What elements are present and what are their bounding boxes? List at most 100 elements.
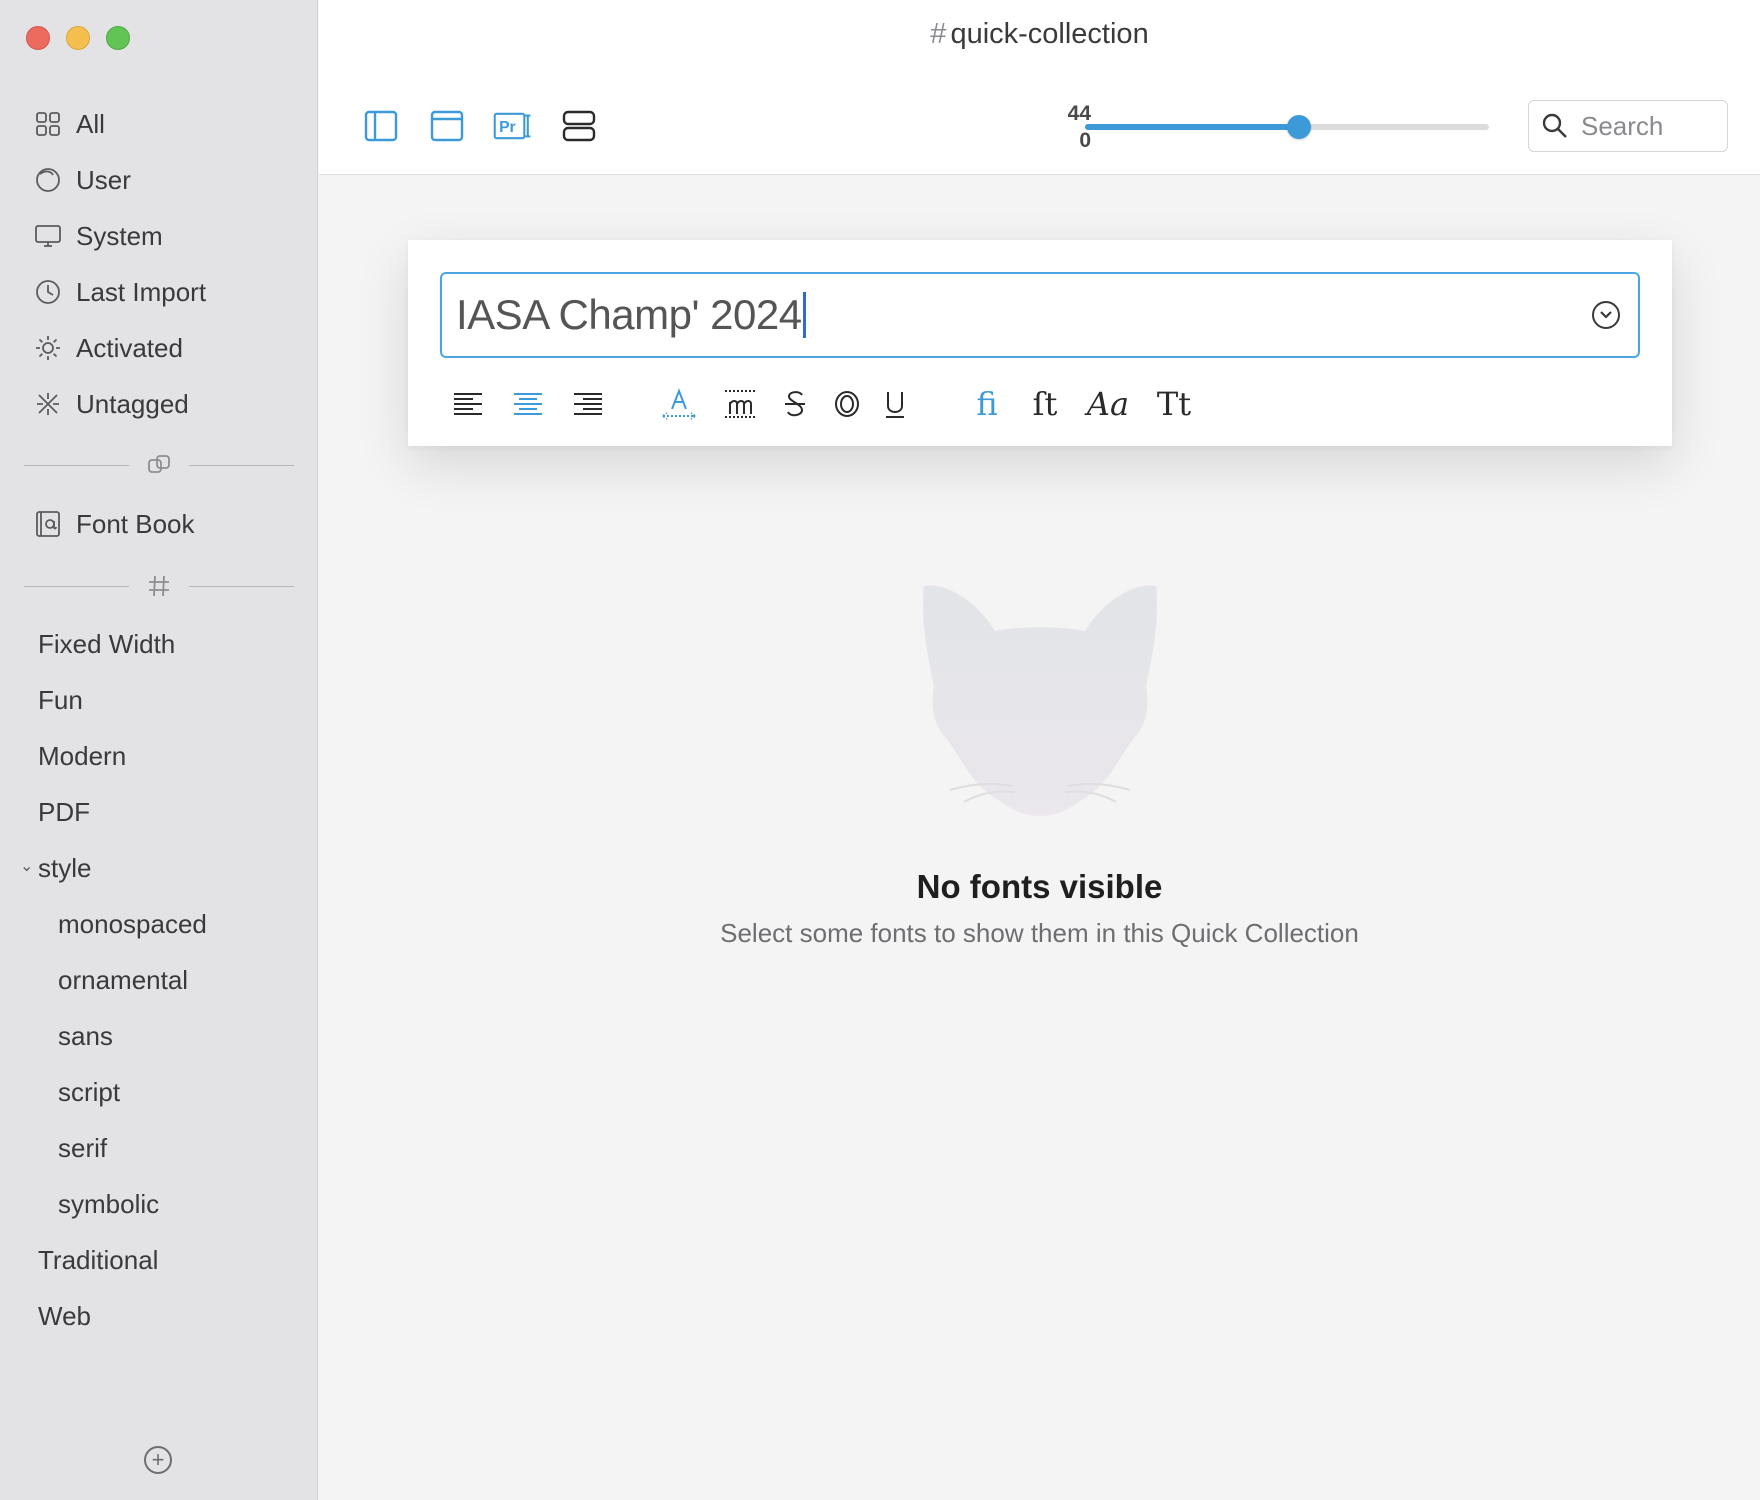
strikethrough-button[interactable]: [780, 382, 810, 426]
align-center-button[interactable]: [512, 382, 544, 426]
text-caret: [802, 292, 806, 338]
underline-icon: [886, 392, 904, 418]
sidebar: All User System Last Import Activated Un…: [0, 0, 318, 1500]
link-icon: [129, 451, 189, 479]
sample-text-dropdown-button[interactable]: [1592, 301, 1620, 329]
align-right-icon: [574, 393, 602, 415]
sample-text-button[interactable]: Pr: [493, 106, 533, 146]
font-size-secondary-value: 0: [1079, 129, 1091, 152]
tag-item-web[interactable]: Web: [0, 1288, 318, 1344]
slider-knob[interactable]: [1287, 115, 1312, 139]
ligatures-button[interactable]: fi: [970, 382, 1004, 426]
sidebar-item-last-import[interactable]: Last Import: [0, 264, 318, 320]
sidebar-item-all[interactable]: All: [0, 96, 318, 152]
add-collection-button[interactable]: +: [144, 1446, 172, 1474]
untagged-icon: [32, 388, 64, 420]
underline-button[interactable]: [882, 382, 908, 426]
line-height-button[interactable]: [722, 382, 758, 426]
window-title: # quick-collection: [319, 18, 1760, 51]
sidebar-item-label: System: [76, 220, 163, 251]
sidebar-item-untagged[interactable]: Untagged: [0, 376, 318, 432]
tag-item-pdf[interactable]: PDF: [0, 784, 318, 840]
empty-state-title: No fonts visible: [916, 868, 1163, 905]
sidebar-item-label: Activated: [76, 332, 183, 363]
preview-panel-button[interactable]: [427, 106, 467, 146]
toggle-sidebar-button[interactable]: [361, 106, 401, 146]
swash-glyph: Aa: [1086, 385, 1130, 423]
close-window-button[interactable]: [26, 26, 50, 50]
sidebar-item-label: User: [76, 164, 131, 195]
library-nav: All User System Last Import Activated Un…: [0, 96, 318, 432]
sidebar-item-activated[interactable]: Activated: [0, 320, 318, 376]
tracking-button[interactable]: [660, 382, 698, 426]
align-left-icon: [454, 393, 482, 415]
empty-state-subtitle: Select some fonts to show them in this Q…: [720, 918, 1359, 948]
tag-item-fixed-width[interactable]: Fixed Width: [0, 616, 318, 672]
sidebar-item-label: All: [76, 108, 105, 139]
align-left-button[interactable]: [452, 382, 484, 426]
format-toolbar: fi ſt Aa Tt: [452, 374, 1194, 434]
tag-item-ornamental[interactable]: ornamental: [0, 952, 318, 1008]
tag-label: serif: [58, 1132, 108, 1163]
swash-button[interactable]: Aa: [1084, 382, 1132, 426]
sun-icon: [32, 332, 64, 364]
sidebar-item-system[interactable]: System: [0, 208, 318, 264]
sample-text-panel: IASA Champ' 2024 fi ſt Aa Tt: [408, 240, 1672, 446]
clock-icon: [32, 276, 64, 308]
sidebar-toggle-icon: [364, 110, 398, 142]
tag-label: Fixed Width: [38, 628, 176, 659]
tag-label: symbolic: [58, 1188, 160, 1219]
tag-label: sans: [58, 1020, 113, 1051]
tag-item-sans[interactable]: sans: [0, 1008, 318, 1064]
tag-label: Web: [38, 1300, 91, 1331]
font-book-icon: [32, 508, 64, 540]
display-icon: [32, 220, 64, 252]
window-title-text: quick-collection: [950, 18, 1149, 50]
section-divider-tags: [24, 571, 294, 601]
tag-item-modern[interactable]: Modern: [0, 728, 318, 784]
list-view-button[interactable]: [559, 106, 599, 146]
tag-item-monospaced[interactable]: monospaced: [0, 896, 318, 952]
tag-item-symbolic[interactable]: symbolic: [0, 1176, 318, 1232]
tracking-icon: [662, 388, 696, 420]
zoom-window-button[interactable]: [106, 26, 130, 50]
tag-label: script: [58, 1076, 121, 1107]
svg-text:Pr: Pr: [499, 119, 516, 136]
slider-fill: [1085, 124, 1300, 130]
font-size-slider[interactable]: [1085, 115, 1489, 139]
tag-label: Fun: [38, 684, 83, 715]
font-size-value: 44: [1067, 102, 1091, 125]
search-field[interactable]: [1528, 100, 1728, 152]
align-center-icon: [514, 393, 542, 415]
tag-item-fun[interactable]: Fun: [0, 672, 318, 728]
minimize-window-button[interactable]: [66, 26, 90, 50]
window-controls: [26, 26, 130, 50]
user-library-icon: [32, 164, 64, 196]
sidebar-item-user[interactable]: User: [0, 152, 318, 208]
font-size-readout: 44 0: [1031, 100, 1091, 154]
fox-illustration: [923, 585, 1157, 816]
tag-item-traditional[interactable]: Traditional: [0, 1232, 318, 1288]
sample-text-field[interactable]: IASA Champ' 2024: [440, 272, 1640, 358]
sidebar-item-font-book[interactable]: Font Book: [0, 496, 318, 552]
discretionary-ligatures-glyph: ſt: [1032, 385, 1058, 423]
tag-label: Modern: [38, 740, 127, 771]
sidebar-item-label: Untagged: [76, 388, 189, 419]
section-divider-libraries: [24, 450, 294, 480]
discretionary-ligatures-button[interactable]: ſt: [1028, 382, 1062, 426]
tag-item-serif[interactable]: serif: [0, 1120, 318, 1176]
tags-list: Fixed Width Fun Modern PDF ⌄ style monos…: [0, 616, 318, 1344]
align-right-button[interactable]: [572, 382, 604, 426]
tag-label: monospaced: [58, 908, 207, 939]
sample-text-icon: Pr: [493, 112, 531, 140]
hashtag-icon: #: [930, 18, 947, 50]
outline-button[interactable]: [832, 382, 862, 426]
tag-item-style[interactable]: ⌄ style: [0, 840, 318, 896]
sample-text-value[interactable]: IASA Champ' 2024: [456, 291, 802, 339]
tag-item-script[interactable]: script: [0, 1064, 318, 1120]
search-input[interactable]: [1579, 109, 1723, 143]
text-case-button[interactable]: Tt: [1154, 382, 1194, 426]
chevron-down-icon[interactable]: ⌄: [20, 856, 33, 876]
list-view-icon: [562, 110, 596, 142]
toolbar: # quick-collection Pr 44 0: [319, 0, 1760, 175]
